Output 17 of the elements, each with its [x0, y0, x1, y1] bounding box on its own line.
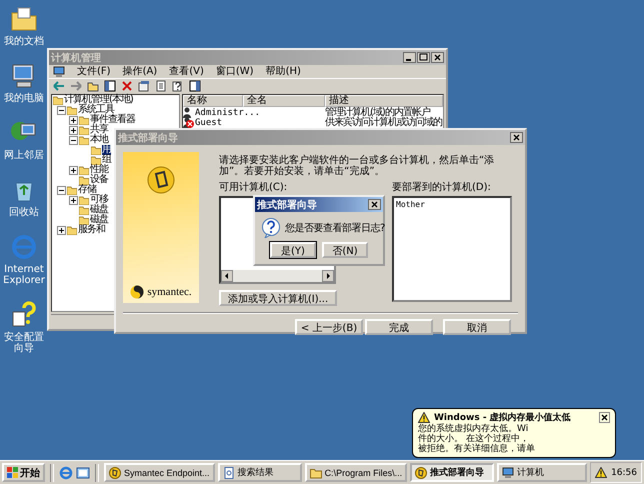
window-title: 推式部署向导 — [257, 198, 317, 212]
window-title: 计算机管理 — [51, 52, 101, 64]
clock: 16:56 — [611, 468, 637, 478]
table-cell: Guest — [195, 118, 222, 128]
balloon-text: 被拒绝。有关详细信息，请单 — [418, 444, 536, 454]
balloon-text: 件的大小。 在这个过程中， — [418, 434, 529, 444]
instruction-text: 请选择要安装此客户端软件的一台或多台计算机，然后单击“添加”。若要开始安装，请单击“完成”。 — [219, 155, 496, 177]
table-cell-text: 管理计算机(域)的内置帐户 — [325, 108, 430, 118]
brand-name: symantec. — [147, 286, 192, 298]
window-title: 推式部署向导 — [118, 132, 178, 144]
field-label: 可用计算机(C): — [219, 180, 288, 194]
table-cell: Administr... — [195, 108, 260, 118]
balloon-title: Windows - 虚拟内存最小值太低 — [434, 411, 571, 424]
table-cell: 供来宾访问计算机或访问域的 — [325, 118, 443, 128]
balloon-text: 您的系统虚拟内存太低。Wi — [418, 424, 530, 434]
field-label: 要部署到的计算机(D): — [392, 180, 492, 194]
message-text: 您是否要查看部署日志? — [285, 222, 385, 235]
